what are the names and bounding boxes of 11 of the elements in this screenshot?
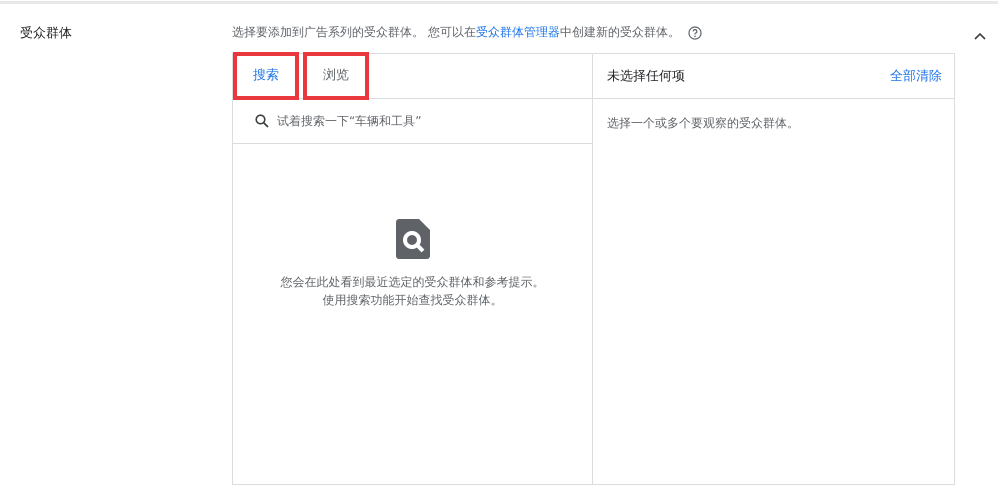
section-description: 选择要添加到广告系列的受众群体。 您可以在受众群体管理器中创建新的受众群体。 (232, 24, 680, 41)
empty-state-text: 您会在此处看到最近选定的受众群体和参考提示。 使用搜索功能开始查找受众群体。 (280, 274, 544, 309)
tab[interactable]: 浏览 (305, 54, 367, 98)
tab[interactable]: 搜索 (235, 54, 297, 98)
search-icon (255, 114, 269, 128)
selection-title: 未选择任何项 (607, 68, 685, 85)
selection-hint: 选择一个或多个要观察的受众群体。 (606, 115, 800, 132)
section-label: 受众群体 (19, 25, 73, 43)
file-search-icon (396, 219, 430, 259)
clear-all-link[interactable]: 全部清除 (890, 67, 942, 85)
help-icon[interactable] (688, 26, 702, 40)
